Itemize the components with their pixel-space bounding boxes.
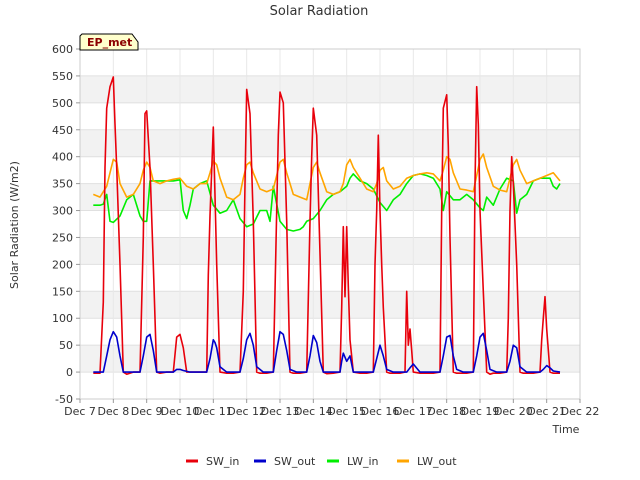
chart-title: Solar Radiation [270, 4, 369, 19]
y-tick-label: -50 [55, 393, 73, 406]
legend-item-lw-out: LW_out [397, 455, 457, 468]
legend-item-sw-in: SW_in [186, 455, 239, 468]
y-tick-label: 0 [66, 366, 73, 379]
legend-label-sw-out: SW_out [274, 455, 316, 468]
legend-item-sw-out: SW_out [254, 455, 316, 468]
x-tick-label: Dec 22 [561, 405, 600, 418]
y-tick-label: 250 [52, 231, 73, 244]
y-tick-label: 400 [52, 151, 73, 164]
badge-label: EP_met [87, 36, 132, 49]
x-tick-label: Dec 9 [131, 405, 163, 418]
x-tick-label: Dec 8 [97, 405, 129, 418]
legend: SW_in SW_out LW_in LW_out [186, 455, 457, 468]
legend-label-sw-in: SW_in [206, 455, 239, 468]
y-tick-label: 300 [52, 205, 73, 218]
grid-band [80, 75, 580, 103]
legend-label-lw-out: LW_out [417, 455, 457, 468]
grid-band [80, 237, 580, 265]
x-axis-ticks: Dec 7 Dec 8 Dec 9Dec 10Dec 11Dec 12Dec 13D… [64, 399, 599, 418]
y-tick-label: 500 [52, 97, 73, 110]
x-axis-title: Time [552, 423, 580, 436]
y-tick-label: 450 [52, 124, 73, 137]
plot-background [80, 49, 580, 399]
grid-band [80, 129, 580, 157]
y-tick-label: 50 [59, 339, 73, 352]
y-tick-label: 600 [52, 43, 73, 56]
y-tick-label: 100 [52, 312, 73, 325]
y-tick-label: 550 [52, 70, 73, 83]
y-axis-ticks: -50 0 50 100 150 200 250 300 350 400 450 500 550 600 [52, 43, 80, 406]
solar-radiation-chart: Solar Radiation Dec 7 Dec 8 Dec 9Dec 10Dec… [8, 4, 599, 468]
legend-item-lw-in: LW_in [327, 455, 379, 468]
ep-met-badge: EP_met [79, 33, 139, 51]
y-tick-label: 150 [52, 285, 73, 298]
y-axis-title: Solar Radiation (W/m2) [8, 161, 21, 289]
x-tick-label: Dec 7 [64, 405, 96, 418]
legend-label-lw-in: LW_in [347, 455, 379, 468]
y-tick-label: 200 [52, 258, 73, 271]
y-tick-label: 350 [52, 178, 73, 191]
